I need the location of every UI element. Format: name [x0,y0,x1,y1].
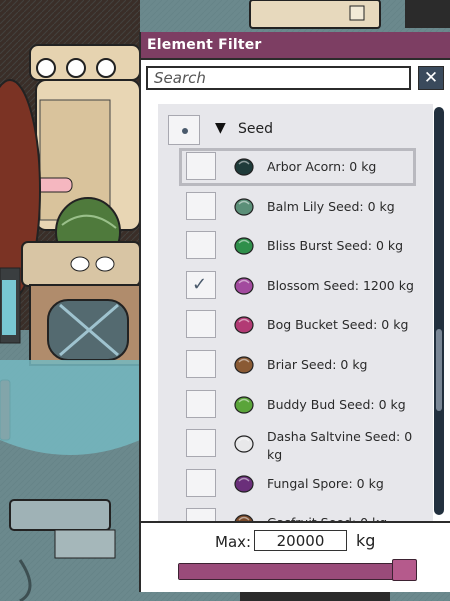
list-item[interactable]: Briar Seed: 0 kg [179,346,416,384]
item-label: Balm Lily Seed: 0 kg [267,198,395,214]
balm-lily-seed-icon [234,197,254,216]
arbor-acorn-icon [234,158,254,176]
list-item[interactable]: Fungal Spore: 0 kg [179,465,416,503]
gasfruit-seed-icon [234,514,254,521]
item-checkbox[interactable] [186,350,216,378]
max-value-input[interactable] [254,530,347,551]
dasha-saltvine-seed-icon [234,435,254,453]
partial-select-dot-icon [182,128,188,134]
item-checkbox[interactable] [186,231,216,260]
list-item[interactable]: Bog Bucket Seed: 0 kg [179,306,416,344]
game-scene: Element Filter ✕ ▼ Seed Arbor Acorn: 0 k… [0,0,450,601]
bog-bucket-seed-icon [234,316,254,334]
item-label: Bog Bucket Seed: 0 kg [267,317,409,333]
checkmark-icon: ✓ [192,273,208,295]
close-button[interactable]: ✕ [418,66,444,90]
item-checkbox[interactable] [186,152,216,180]
item-checkbox[interactable] [186,389,216,418]
list-item[interactable]: Bliss Burst Seed: 0 kg [179,227,416,265]
search-input[interactable] [146,66,411,90]
item-checkbox[interactable] [186,468,216,497]
item-checkbox[interactable] [186,429,216,458]
list-item[interactable]: Gasfruit Seed: 0 kg [179,504,416,521]
bliss-burst-seed-icon [234,237,254,255]
category-label: Seed [238,121,273,137]
max-label: Max: [215,533,252,551]
category-row-seed[interactable]: ▼ Seed [158,104,418,145]
item-checkbox[interactable]: ✓ [186,270,216,299]
buddy-bud-seed-icon [234,395,254,414]
item-checkbox[interactable] [186,508,216,521]
panel-title: Element Filter [147,37,262,53]
list-item[interactable]: Balm Lily Seed: 0 kg [179,188,416,226]
item-label: Blossom Seed: 1200 kg [267,277,414,293]
item-checkbox[interactable] [186,191,216,220]
list-item[interactable]: Dasha Saltvine Seed: 0 kg [179,425,416,463]
item-label: Dasha Saltvine Seed: 0 kg [267,429,413,463]
element-list[interactable]: ▼ Seed Arbor Acorn: 0 kg Balm Lily Seed: … [158,104,433,521]
list-item[interactable]: ✓ Blossom Seed: 1200 kg [179,267,416,305]
item-label: Fungal Spore: 0 kg [267,475,384,491]
capacity-slider-handle[interactable] [392,559,417,581]
search-row: ✕ [141,60,450,96]
item-checkbox[interactable] [186,310,216,339]
scrollbar-thumb[interactable] [436,329,442,411]
capacity-slider-fill [179,564,392,579]
item-label: Arbor Acorn: 0 kg [267,159,377,174]
fungal-spore-icon [234,475,254,493]
item-label: Briar Seed: 0 kg [267,357,368,372]
capacity-slider-track[interactable] [178,563,393,580]
list-item[interactable]: Arbor Acorn: 0 kg [179,148,416,186]
category-select-toggle[interactable] [168,115,200,145]
max-capacity-row: Max: kg [141,521,450,591]
item-label: Bliss Burst Seed: 0 kg [267,238,404,254]
item-label: Buddy Bud Seed: 0 kg [267,396,406,412]
element-filter-panel: Element Filter ✕ ▼ Seed Arbor Acorn: 0 k… [139,32,450,592]
item-label: Gasfruit Seed: 0 kg [267,514,415,521]
blossom-seed-icon [234,277,254,295]
list-item[interactable]: Buddy Bud Seed: 0 kg [179,386,416,424]
list-scrollbar[interactable] [434,107,444,515]
close-icon: ✕ [423,68,439,88]
max-unit-label: kg [356,531,376,550]
briar-seed-icon [234,356,254,374]
panel-titlebar[interactable]: Element Filter [141,32,450,60]
collapse-arrow-icon[interactable]: ▼ [215,120,226,136]
